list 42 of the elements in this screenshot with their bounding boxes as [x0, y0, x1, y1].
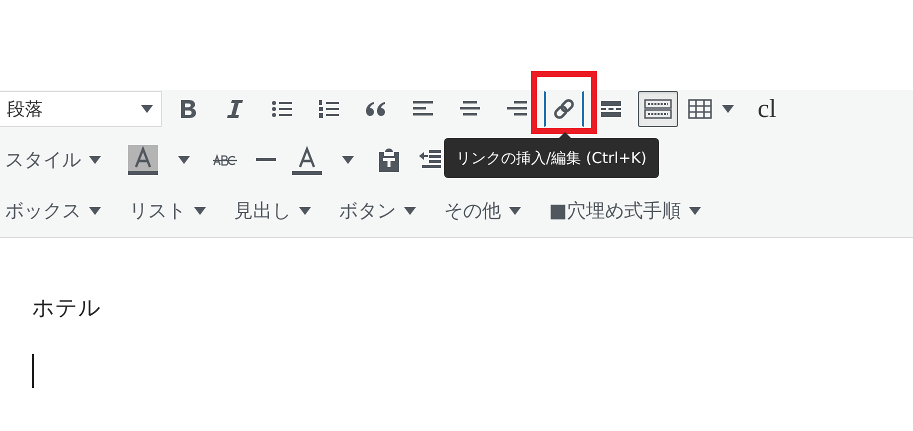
dropdown-value: 段落	[7, 98, 43, 121]
toolbar-button[interactable]	[544, 91, 584, 127]
keyboard-icon	[644, 99, 672, 119]
toolbar-button[interactable]	[127, 143, 159, 177]
paragraph-text: ホテル	[32, 295, 102, 323]
menu-button[interactable]: ボックス	[5, 198, 81, 224]
highlight-frame	[531, 71, 597, 134]
italic-icon	[226, 99, 244, 119]
caret-icon[interactable]	[194, 207, 206, 215]
numbered-list-icon	[318, 99, 340, 119]
strikethrough-icon	[212, 154, 238, 166]
menu-button[interactable]: その他	[444, 198, 501, 224]
caret-icon[interactable]	[89, 207, 101, 215]
table-icon	[688, 99, 712, 119]
menu-button[interactable]: 見出し	[234, 198, 291, 224]
menu-button[interactable]: ボタン	[339, 198, 396, 224]
caret-icon[interactable]	[89, 156, 101, 164]
menu-button[interactable]: スタイル	[5, 147, 81, 173]
format-dropdown[interactable]: 段落	[0, 91, 162, 127]
bold-icon	[179, 99, 197, 119]
menu-button[interactable]: リスト	[129, 198, 186, 224]
horizontal-line-icon	[256, 158, 276, 162]
clipboard-icon	[377, 147, 401, 173]
outdent-icon	[418, 149, 442, 171]
caret-icon[interactable]	[342, 156, 354, 164]
toolbar-button[interactable]: cl	[747, 91, 787, 127]
link-icon	[552, 97, 576, 121]
caret-icon[interactable]	[404, 207, 416, 215]
quote-icon	[365, 100, 387, 118]
toolbar-button[interactable]	[638, 91, 678, 127]
highlight-color-icon	[128, 145, 158, 175]
tooltip: リンクの挿入/編集 (Ctrl+K)	[444, 138, 659, 178]
caret-icon	[722, 105, 734, 113]
text-color-icon	[292, 145, 322, 175]
page-break-icon	[600, 100, 622, 118]
caret-icon	[141, 105, 153, 113]
bullet-list-icon	[271, 99, 293, 119]
caret-icon[interactable]	[688, 207, 701, 215]
caret-icon[interactable]	[509, 207, 521, 215]
menu-button[interactable]: ■穴埋め式手順	[549, 198, 681, 224]
caret-icon[interactable]	[299, 207, 311, 215]
caret-icon[interactable]	[178, 156, 190, 164]
